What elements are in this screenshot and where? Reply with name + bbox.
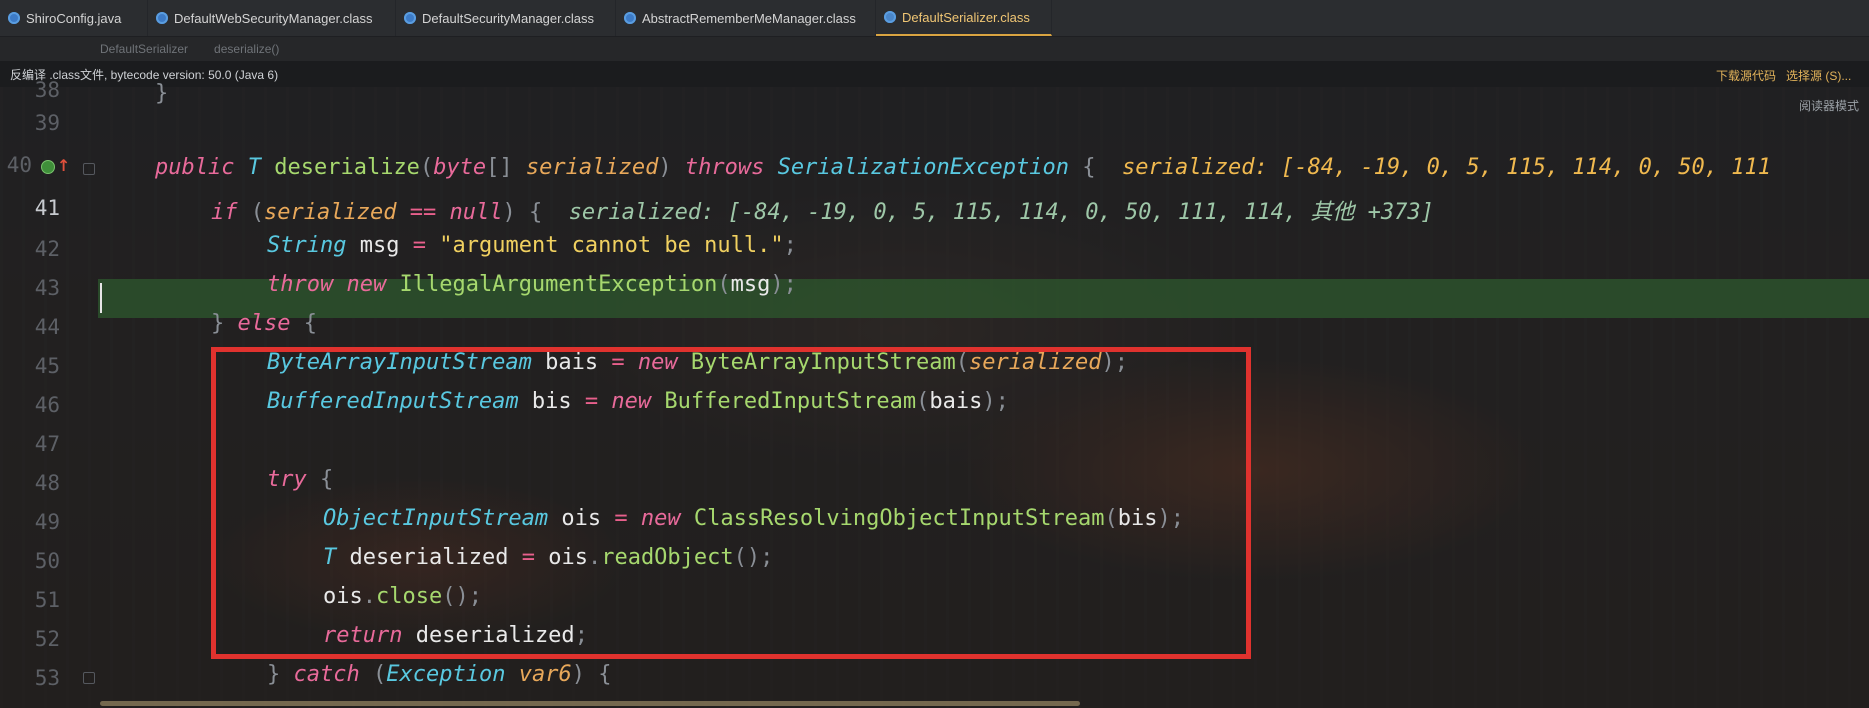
class-icon: [156, 12, 168, 24]
line-number: 51: [34, 588, 60, 612]
code-line-38: }: [155, 81, 169, 106]
line-number-current: 41: [34, 196, 60, 220]
implements-icon[interactable]: [41, 160, 55, 174]
line-number: 47: [34, 432, 60, 456]
text-caret: [100, 283, 102, 313]
breadcrumb-class[interactable]: DefaultSerializer: [100, 42, 188, 56]
line-number: 39: [34, 111, 60, 135]
line-number: 50: [34, 549, 60, 573]
line-number: 52: [34, 627, 60, 651]
class-icon: [884, 11, 896, 23]
line-number: 43: [34, 276, 60, 300]
tab-label: DefaultWebSecurityManager.class: [174, 10, 373, 26]
inline-debug-value: serialized: [-84, -19, 0, 5, 115, 114, 0…: [1122, 155, 1772, 180]
code-line-44: } else {: [211, 311, 317, 336]
class-icon: [8, 12, 20, 24]
download-source-link[interactable]: 下载源代码: [1716, 67, 1776, 84]
line-number: 48: [34, 471, 60, 495]
code-line-40: public T deserialize(byte[] serialized) …: [155, 155, 1772, 180]
line-number: 40: [6, 153, 32, 177]
tab-label: DefaultSecurityManager.class: [422, 10, 594, 26]
tab-abstractremembermemanager[interactable]: AbstractRememberMeManager.class: [616, 0, 876, 36]
line-number: 49: [34, 510, 60, 534]
line-number: 45: [34, 354, 60, 378]
tab-label: DefaultSerializer.class: [902, 9, 1030, 25]
line-number: 53: [34, 666, 60, 690]
class-icon: [624, 12, 636, 24]
breadcrumb: DefaultSerializer deserialize(): [0, 37, 1869, 61]
fold-toggle-icon[interactable]: [83, 672, 95, 684]
code-line-53: } catch (Exception var6) {: [267, 662, 612, 687]
class-icon: [404, 12, 416, 24]
tab-shiroconfig[interactable]: ShiroConfig.java: [0, 0, 148, 36]
choose-source-link[interactable]: 选择源 (S)...: [1786, 67, 1851, 84]
tab-defaultwebsecuritymanager[interactable]: DefaultWebSecurityManager.class: [148, 0, 396, 36]
decompiled-banner: 反编译 .class文件, bytecode version: 50.0 (Ja…: [0, 61, 1869, 87]
code-line-41: if (serialized == null) { serialized: [-…: [211, 200, 1434, 225]
ide-window: ShiroConfig.java DefaultWebSecurityManag…: [0, 0, 1869, 708]
tab-defaultsecuritymanager[interactable]: DefaultSecurityManager.class: [396, 0, 616, 36]
line-number: 44: [34, 315, 60, 339]
tab-label: AbstractRememberMeManager.class: [642, 10, 856, 26]
annotation-highlight-box: [211, 347, 1251, 659]
overrides-up-arrow-icon[interactable]: ↑: [57, 156, 70, 175]
line-number: 42: [34, 237, 60, 261]
breadcrumb-method[interactable]: deserialize(): [214, 42, 279, 56]
tab-label: ShiroConfig.java: [26, 10, 122, 26]
editor-tab-bar: ShiroConfig.java DefaultWebSecurityManag…: [0, 0, 1869, 37]
inline-debug-value: serialized: [-84, -19, 0, 5, 115, 114, 0…: [568, 200, 1434, 225]
code-line-43: throw new IllegalArgumentException(msg);: [267, 272, 797, 297]
line-number: 38: [34, 78, 60, 102]
reader-mode-toggle[interactable]: 阅读器模式: [1799, 97, 1859, 114]
tab-defaultserializer[interactable]: DefaultSerializer.class: [876, 0, 1052, 36]
horizontal-scrollbar[interactable]: [100, 701, 1080, 706]
fold-toggle-icon[interactable]: [83, 163, 95, 175]
line-number: 46: [34, 393, 60, 417]
code-line-42: String msg = "argument cannot be null.";: [267, 233, 797, 258]
